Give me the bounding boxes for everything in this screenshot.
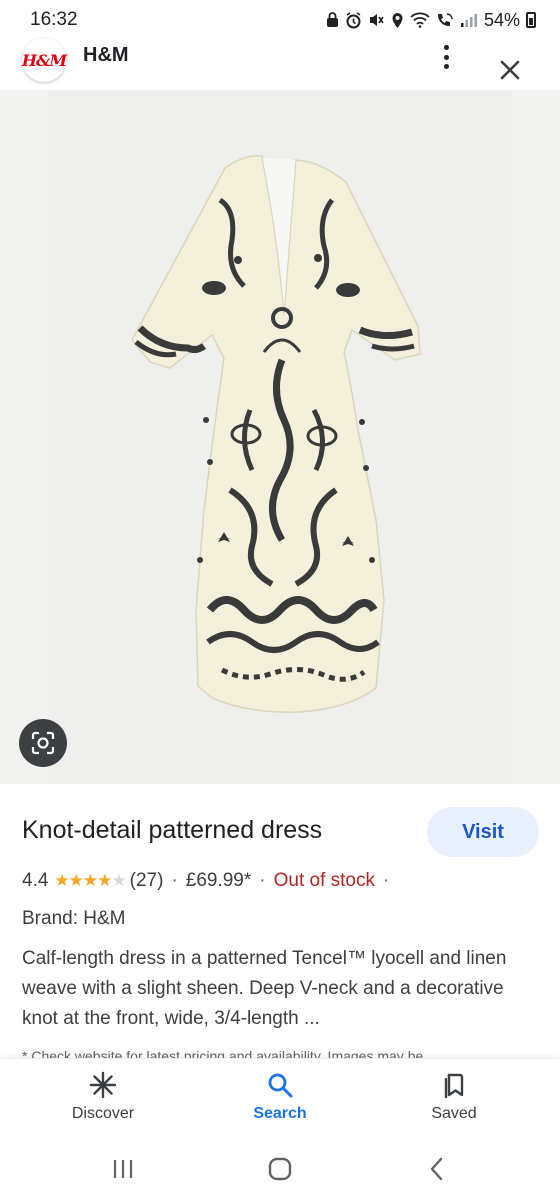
bottom-navigation: Discover Search Saved — [0, 1058, 560, 1142]
alarm-icon — [346, 11, 361, 28]
pricing-disclaimer: * Check website for latest pricing and a… — [22, 1048, 424, 1059]
status-icons: 54% — [326, 10, 536, 31]
nav-saved[interactable]: Saved — [394, 1071, 514, 1123]
product-image[interactable] — [0, 90, 560, 784]
product-description: Calf-length dress in a patterned Tencel™… — [22, 948, 507, 1029]
status-time: 16:32 — [30, 9, 78, 30]
review-count[interactable]: (27) — [130, 870, 164, 892]
site-name[interactable]: H&M — [83, 44, 129, 67]
google-lens-button[interactable] — [19, 719, 67, 767]
mute-icon — [369, 14, 384, 26]
separator: · — [259, 870, 266, 891]
nav-search[interactable]: Search — [220, 1071, 340, 1123]
close-icon[interactable] — [496, 56, 524, 84]
home-icon[interactable] — [266, 1156, 294, 1182]
product-title: Knot-detail patterned dress — [22, 816, 323, 844]
system-navigation-bar — [0, 1142, 560, 1200]
rating-star-partial: ★ — [111, 871, 126, 890]
more-options-icon[interactable] — [436, 42, 456, 72]
location-icon — [392, 12, 403, 28]
recent-apps-icon[interactable] — [110, 1156, 136, 1182]
battery-percentage: 54% — [483, 9, 520, 30]
search-icon — [268, 1073, 293, 1098]
lock-icon — [326, 12, 338, 27]
nav-discover[interactable]: Discover — [43, 1071, 163, 1123]
signal-icon — [460, 14, 477, 27]
discover-icon — [89, 1071, 117, 1099]
separator: · — [171, 870, 178, 891]
availability-status: Out of stock — [273, 870, 375, 891]
rating-value: 4.4 — [22, 870, 49, 891]
status-bar: 16:32 54% — [0, 0, 560, 40]
rating-stars-filled: ★★★★ — [54, 871, 112, 890]
battery-icon — [526, 12, 536, 28]
brand-line: Brand: H&M — [22, 908, 126, 929]
product-meta-row: 4.4 ★★★★★ (27) · £69.99* · Out of stock … — [22, 870, 397, 892]
wifi-icon — [410, 12, 430, 28]
back-icon[interactable] — [426, 1156, 448, 1182]
site-header: H&M H&M — [0, 38, 560, 88]
saved-icon — [444, 1073, 464, 1099]
dress-illustration — [131, 155, 421, 713]
call-icon — [437, 13, 453, 26]
lens-icon — [31, 731, 55, 755]
nav-discover-label: Discover — [71, 1105, 135, 1122]
site-logo[interactable]: H&M — [22, 38, 67, 82]
price: £69.99* — [185, 870, 252, 891]
nav-search-label: Search — [253, 1105, 307, 1122]
nav-saved-label: Saved — [431, 1105, 477, 1122]
separator: · — [382, 870, 390, 891]
visit-button[interactable]: Visit — [427, 807, 539, 857]
rating-stars: ★★★★★ — [54, 871, 126, 891]
